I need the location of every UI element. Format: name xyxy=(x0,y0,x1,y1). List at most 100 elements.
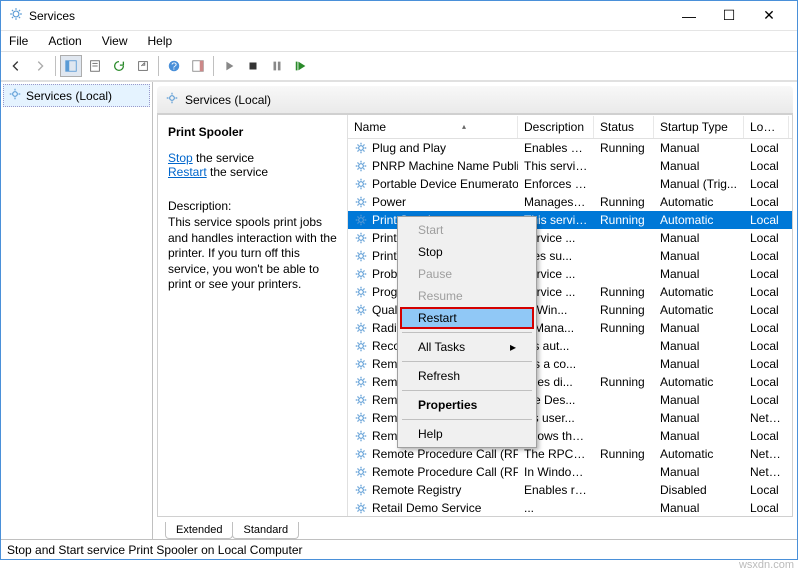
start-service-button[interactable] xyxy=(218,55,240,77)
gear-icon xyxy=(354,249,368,263)
service-row[interactable]: Retail Demo Service...ManualLocal xyxy=(348,499,792,516)
show-hide-tree-button[interactable] xyxy=(60,55,82,77)
col-header-status[interactable]: Status xyxy=(594,116,654,138)
ctx-pause: Pause xyxy=(400,263,534,285)
service-status xyxy=(594,396,654,404)
menubar: File Action View Help xyxy=(1,31,797,51)
service-name: Retail Demo Service xyxy=(372,501,481,515)
col-header-description[interactable]: Description xyxy=(518,116,594,138)
service-name: Portable Device Enumerator... xyxy=(372,177,518,191)
separator xyxy=(402,419,532,420)
minimize-button[interactable]: — xyxy=(669,2,709,30)
ctx-help[interactable]: Help xyxy=(400,423,534,445)
gear-icon xyxy=(354,285,368,299)
tab-extended[interactable]: Extended xyxy=(165,522,233,539)
menu-file[interactable]: File xyxy=(5,32,32,50)
svg-text:?: ? xyxy=(171,61,177,73)
sort-asc-icon: ▴ xyxy=(462,122,466,131)
gear-icon xyxy=(354,339,368,353)
tree-item-services-local[interactable]: Services (Local) xyxy=(3,84,150,107)
service-status: Running xyxy=(594,443,654,465)
gear-icon xyxy=(354,213,368,227)
col-header-name[interactable]: Name▴ xyxy=(348,116,518,138)
window-controls: — ☐ ✕ xyxy=(669,2,789,30)
gear-icon xyxy=(354,393,368,407)
service-status: Running xyxy=(594,139,654,159)
gear-icon xyxy=(354,231,368,245)
service-status xyxy=(594,432,654,440)
list-header: Name▴ Description Status Startup Type Lo… xyxy=(348,115,792,139)
ctx-properties[interactable]: Properties xyxy=(400,394,534,416)
gear-icon xyxy=(354,141,368,155)
service-logon: Local xyxy=(744,497,789,516)
ctx-stop[interactable]: Stop xyxy=(400,241,534,263)
service-status xyxy=(594,468,654,476)
pause-service-button[interactable] xyxy=(266,55,288,77)
context-menu: Start Stop Pause Resume Restart All Task… xyxy=(397,216,537,448)
ctx-restart[interactable]: Restart xyxy=(400,307,534,329)
menu-view[interactable]: View xyxy=(98,32,132,50)
service-status xyxy=(594,486,654,494)
bottom-tabs: Extended Standard xyxy=(157,517,793,539)
status-text: Stop and Start service Print Spooler on … xyxy=(7,543,303,557)
service-status xyxy=(594,504,654,512)
col-header-startup[interactable]: Startup Type xyxy=(654,116,744,138)
service-status xyxy=(594,342,654,350)
close-button[interactable]: ✕ xyxy=(749,2,789,30)
separator xyxy=(158,56,159,76)
service-name: Remote Procedure Call (RP... xyxy=(372,465,518,479)
ctx-refresh[interactable]: Refresh xyxy=(400,365,534,387)
separator xyxy=(402,390,532,391)
restart-line: Restart the service xyxy=(168,165,337,179)
menu-action[interactable]: Action xyxy=(44,32,85,50)
col-header-logon[interactable]: Log O xyxy=(744,116,789,138)
right-header-label: Services (Local) xyxy=(185,93,271,107)
gear-icon xyxy=(354,159,368,173)
show-hide-action-button[interactable] xyxy=(187,55,209,77)
titlebar: Services — ☐ ✕ xyxy=(1,1,797,31)
app-icon xyxy=(9,7,23,24)
gear-icon xyxy=(354,195,368,209)
menu-help[interactable]: Help xyxy=(144,32,177,50)
gear-icon xyxy=(354,267,368,281)
back-button[interactable] xyxy=(5,55,27,77)
service-status xyxy=(594,180,654,188)
service-status: Running xyxy=(594,209,654,231)
stop-link[interactable]: Stop xyxy=(168,151,193,165)
maximize-button[interactable]: ☐ xyxy=(709,2,749,30)
stop-service-button[interactable] xyxy=(242,55,264,77)
service-name: Power xyxy=(372,195,406,209)
gear-icon xyxy=(354,375,368,389)
service-name: Plug and Play xyxy=(372,141,446,155)
separator xyxy=(402,332,532,333)
gear-icon xyxy=(354,411,368,425)
gear-icon xyxy=(165,91,179,108)
properties-button[interactable] xyxy=(84,55,106,77)
selected-service-name: Print Spooler xyxy=(168,125,337,139)
gear-icon xyxy=(354,303,368,317)
right-header: Services (Local) xyxy=(157,86,793,114)
window-title: Services xyxy=(29,9,669,23)
refresh-button[interactable] xyxy=(108,55,130,77)
gear-icon xyxy=(354,357,368,371)
service-status xyxy=(594,414,654,422)
tree-label: Services (Local) xyxy=(26,89,112,103)
service-name: Remote Procedure Call (RPC) xyxy=(372,447,518,461)
help-button[interactable]: ? xyxy=(163,55,185,77)
tab-standard[interactable]: Standard xyxy=(232,522,299,539)
separator xyxy=(55,56,56,76)
gear-icon xyxy=(354,429,368,443)
forward-button[interactable] xyxy=(29,55,51,77)
stop-line: Stop the service xyxy=(168,151,337,165)
separator xyxy=(402,361,532,362)
service-name: PNRP Machine Name Publi... xyxy=(372,159,518,173)
service-status xyxy=(594,270,654,278)
restart-link[interactable]: Restart xyxy=(168,165,207,179)
service-status xyxy=(594,252,654,260)
description-text: This service spools print jobs and handl… xyxy=(168,215,337,293)
restart-service-button[interactable] xyxy=(290,55,312,77)
ctx-all-tasks[interactable]: All Tasks▸ xyxy=(400,336,534,358)
gear-icon xyxy=(354,321,368,335)
export-button[interactable] xyxy=(132,55,154,77)
service-desc: ... xyxy=(518,497,594,516)
